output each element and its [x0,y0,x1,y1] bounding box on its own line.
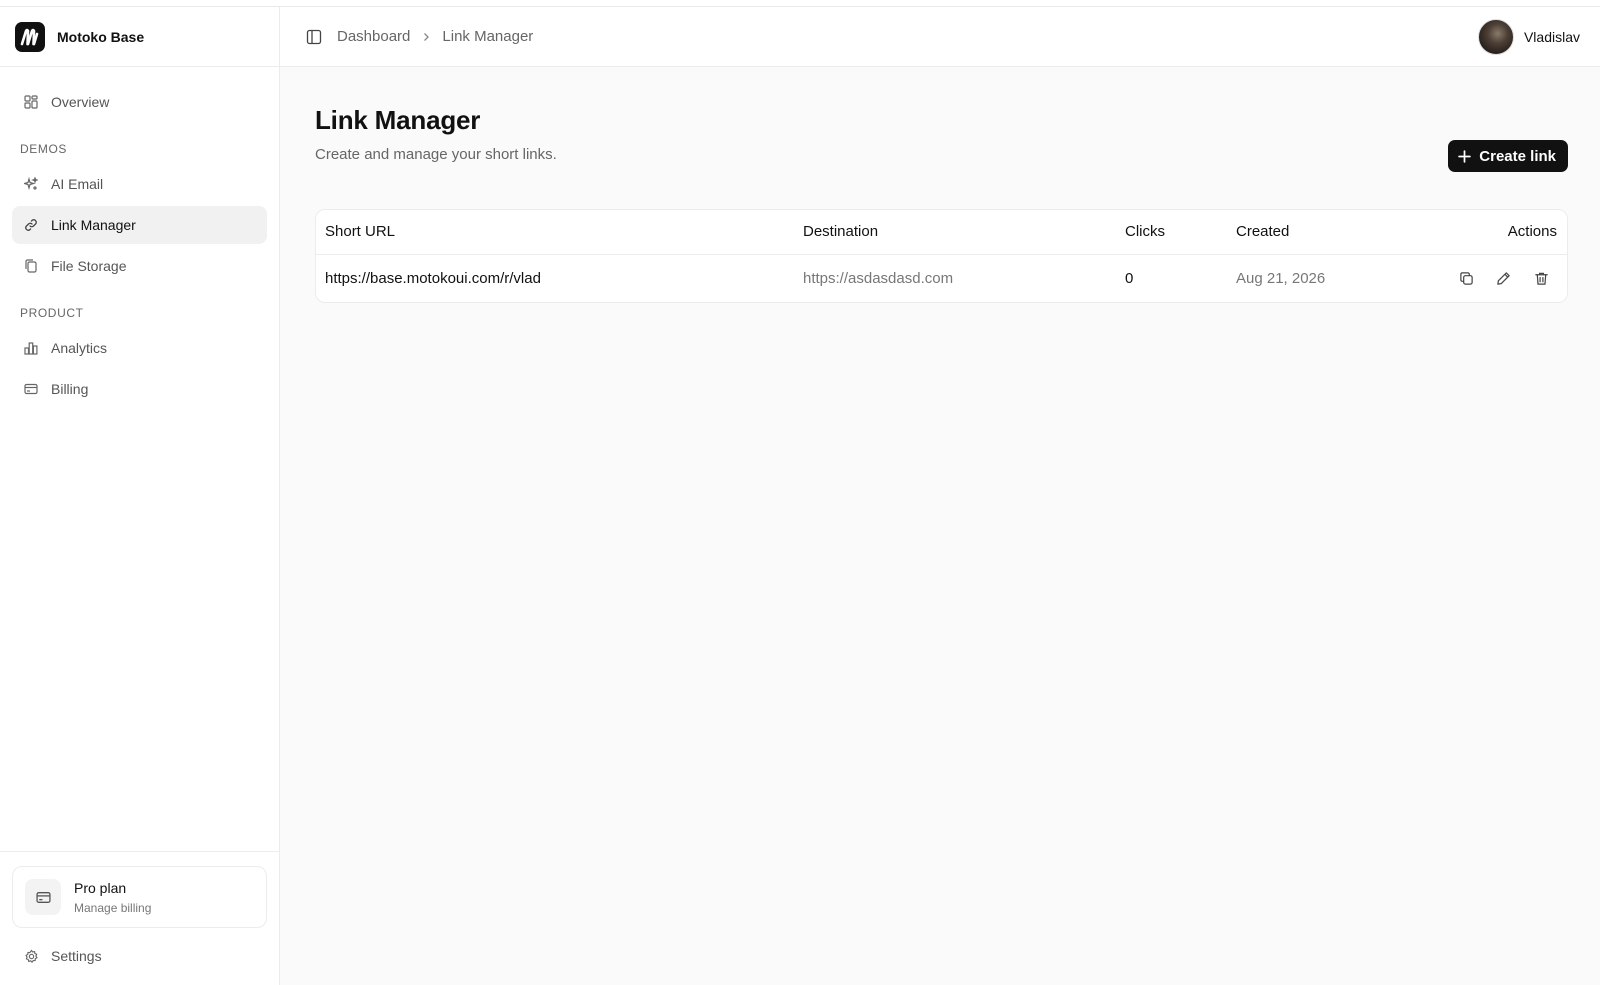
short-url-cell[interactable]: https://base.motokoui.com/r/vlad [316,254,794,302]
sparkles-icon [23,176,39,192]
sidebar-nav: Overview DEMOS AI Email Link Manager Fil… [0,67,279,408]
sidebar-item-label: File Storage [51,258,127,274]
plus-icon [1458,149,1472,163]
breadcrumb-item-current: Link Manager [442,28,534,45]
avatar [1477,18,1514,55]
page-title: Link Manager [315,105,481,135]
app-window: Motoko Base Overview DEMOS AI Email Link… [0,6,1600,985]
table-header-row: Short URL Destination Clicks Created Act… [316,210,1567,255]
sidebar-item-label: Billing [51,381,89,397]
breadcrumb: Dashboard Link Manager [337,28,533,45]
column-header-clicks: Clicks [1116,210,1227,255]
page-subtitle: Create and manage your short links. [315,146,557,163]
grid-icon [23,94,39,110]
sidebar-item-billing[interactable]: Billing [12,370,267,408]
breadcrumb-item-dashboard[interactable]: Dashboard [337,28,410,45]
copy-icon[interactable] [1455,266,1479,290]
sidebar-item-label: AI Email [51,176,104,192]
plan-card[interactable]: Pro plan Manage billing [12,866,267,928]
table-row: https://base.motokoui.com/r/vlad https:/… [316,254,1567,302]
sidebar-item-ai-email[interactable]: AI Email [12,165,267,203]
sidebar-item-settings[interactable]: Settings [12,937,267,975]
clicks-cell: 0 [1125,269,1134,287]
trash-icon[interactable] [1529,266,1553,290]
credit-card-icon [23,381,39,397]
link-icon [23,217,39,233]
sidebar-section-title: DEMOS [20,142,68,156]
brand-logo-icon [15,21,45,52]
bar-chart-icon [23,340,39,356]
sidebar-footer: Pro plan Manage billing Settings [0,851,279,985]
page-content: Link Manager Create and manage your shor… [280,67,1600,303]
sidebar-toggle-icon[interactable] [304,27,324,47]
sidebar-section-title: PRODUCT [20,306,84,320]
brand[interactable]: Motoko Base [0,7,279,67]
links-table-card: Short URL Destination Clicks Created Act… [315,209,1568,303]
user-menu[interactable]: Vladislav [1477,18,1580,55]
topbar: Dashboard Link Manager Vladislav [280,7,1600,67]
create-link-label: Create link [1479,147,1556,165]
brand-name: Motoko Base [57,28,145,45]
column-header-destination: Destination [794,210,1116,255]
column-header-created: Created [1227,210,1427,255]
sidebar-item-link-manager[interactable]: Link Manager [12,206,267,244]
actions-cell [1427,254,1567,302]
credit-card-icon [25,879,61,915]
links-table: Short URL Destination Clicks Created Act… [316,210,1567,302]
user-name: Vladislav [1523,28,1580,45]
gear-icon [23,948,39,964]
destination-cell: https://asdasdasd.com [803,269,954,287]
main-content: Dashboard Link Manager Vladislav Link Ma… [280,7,1600,985]
sidebar-item-label: Settings [51,948,102,964]
column-header-short-url: Short URL [316,210,794,255]
sidebar-item-analytics[interactable]: Analytics [12,329,267,367]
plan-subtitle: Manage billing [74,900,152,915]
sidebar-item-file-storage[interactable]: File Storage [12,247,267,285]
column-header-actions: Actions [1427,210,1567,255]
plan-text: Pro plan Manage billing [74,880,151,915]
plan-title: Pro plan [74,879,127,896]
sidebar-item-label: Analytics [51,340,108,356]
sidebar-item-label: Overview [51,94,110,110]
page-header: Link Manager Create and manage your shor… [315,67,1568,172]
create-link-button[interactable]: Create link [1448,140,1568,172]
files-icon [23,258,39,274]
chevron-right-icon [421,32,431,42]
sidebar-item-overview[interactable]: Overview [12,83,267,121]
edit-pencil-icon[interactable] [1492,266,1516,290]
sidebar: Motoko Base Overview DEMOS AI Email Link… [0,7,280,985]
created-cell: Aug 21, 2026 [1236,269,1326,287]
sidebar-item-label: Link Manager [51,217,136,233]
